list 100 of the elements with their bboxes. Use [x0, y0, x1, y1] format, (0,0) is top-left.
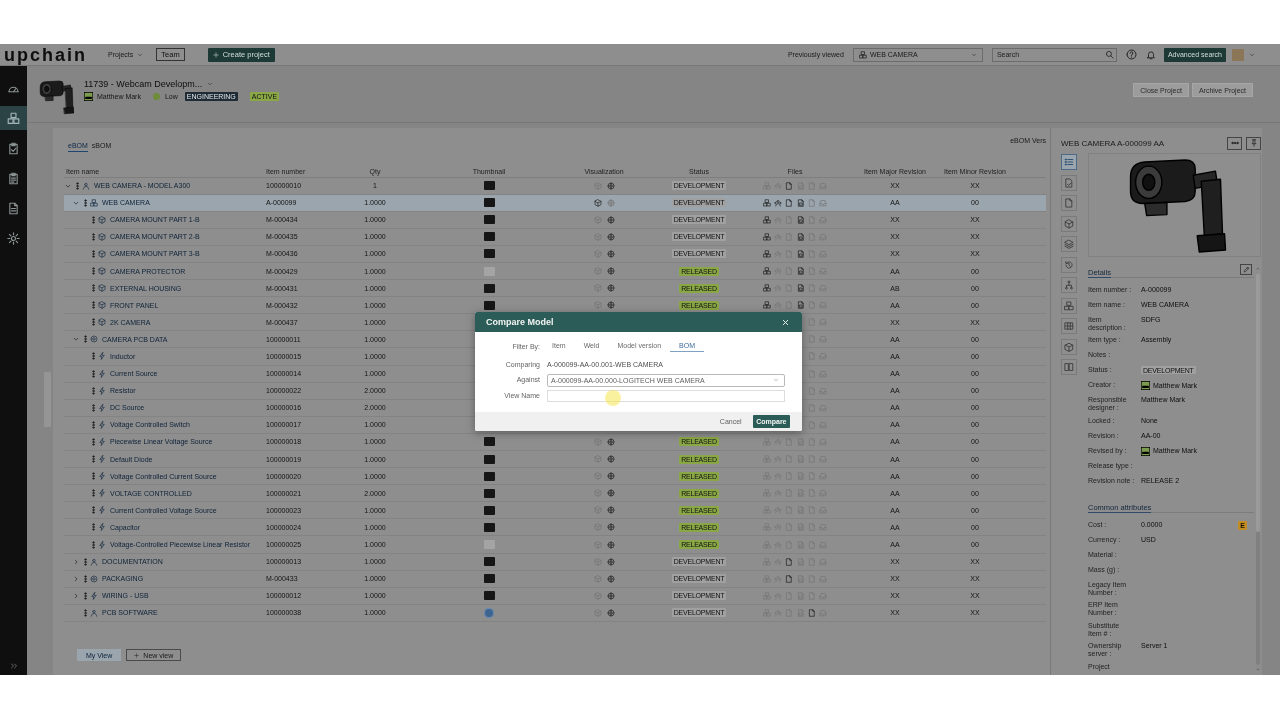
kebab-menu-icon[interactable]	[92, 301, 95, 310]
cubes-icon[interactable]	[763, 198, 772, 207]
kebab-menu-icon[interactable]	[92, 523, 95, 532]
file-icon[interactable]	[785, 198, 794, 207]
globe-icon[interactable]	[606, 506, 615, 515]
globe-icon[interactable]	[606, 301, 615, 310]
input-field[interactable]	[547, 389, 785, 402]
file-icon[interactable]	[807, 608, 816, 617]
kebab-menu-icon[interactable]	[84, 198, 87, 207]
kebab-menu-icon[interactable]	[92, 284, 95, 293]
tray-icon[interactable]	[819, 198, 827, 207]
pin-button[interactable]	[1246, 136, 1261, 150]
thumbnail-image[interactable]	[483, 505, 495, 515]
more-button[interactable]	[1227, 136, 1242, 150]
panel-tab[interactable]	[1061, 318, 1077, 334]
thumbnail-image[interactable]	[483, 215, 495, 225]
kebab-menu-icon[interactable]	[84, 557, 87, 566]
kebab-menu-icon[interactable]	[92, 352, 95, 361]
globe-icon[interactable]	[606, 574, 615, 583]
kebab-menu-icon[interactable]	[92, 437, 95, 446]
globe-icon[interactable]	[606, 523, 615, 532]
cubes-icon[interactable]	[763, 301, 772, 310]
image-file-icon[interactable]	[796, 232, 805, 241]
caret-icon[interactable]	[1249, 51, 1255, 58]
image-file-icon[interactable]	[796, 301, 805, 310]
panel-tab[interactable]	[1061, 297, 1077, 314]
kebab-menu-icon[interactable]	[92, 472, 95, 481]
file-icon[interactable]	[785, 557, 794, 566]
image-file-icon[interactable]	[796, 249, 805, 258]
globe-icon[interactable]	[606, 608, 615, 617]
kebab-menu-icon[interactable]	[92, 249, 95, 258]
globe-icon[interactable]	[606, 557, 615, 566]
nav-item[interactable]	[0, 106, 27, 130]
cubes-icon[interactable]	[763, 267, 772, 275]
thumbnail-image[interactable]	[483, 300, 495, 310]
image-file-icon[interactable]	[796, 284, 805, 293]
kebab-menu-icon[interactable]	[92, 506, 95, 515]
thumbnail-image[interactable]	[483, 574, 495, 584]
globe-icon[interactable]	[606, 232, 615, 241]
kebab-menu-icon[interactable]	[92, 455, 95, 464]
globe-icon[interactable]	[606, 472, 615, 481]
kebab-menu-icon[interactable]	[76, 181, 79, 190]
kebab-menu-icon[interactable]	[84, 591, 87, 600]
chevron-down-icon[interactable]	[65, 182, 71, 189]
chevron-down-icon[interactable]	[73, 336, 79, 343]
globe-icon[interactable]	[606, 437, 615, 446]
chevron-right-icon[interactable]	[73, 575, 79, 582]
thumbnail-image[interactable]	[483, 591, 495, 601]
chevron-right-icon[interactable]	[73, 558, 79, 565]
kebab-menu-icon[interactable]	[92, 489, 95, 498]
cubes-icon[interactable]	[763, 284, 772, 293]
chevron-down-icon[interactable]	[73, 199, 79, 206]
thumbnail-image[interactable]	[483, 181, 495, 191]
scroll-down-icon[interactable]	[1255, 667, 1261, 672]
globe-icon[interactable]	[606, 181, 615, 190]
logo[interactable]: upchain	[4, 45, 87, 64]
thumbnail-image[interactable]	[483, 283, 495, 293]
thumbnail-image[interactable]	[483, 454, 495, 464]
panel-tab[interactable]	[1061, 154, 1077, 170]
thumbnail-image[interactable]	[483, 557, 495, 567]
kebab-menu-icon[interactable]	[92, 420, 95, 429]
globe-icon[interactable]	[606, 198, 615, 207]
globe-icon[interactable]	[606, 489, 615, 498]
cubes-icon[interactable]	[763, 232, 772, 241]
panel-tab[interactable]	[1061, 215, 1077, 232]
image-file-icon[interactable]	[796, 215, 805, 224]
thumbnail-image[interactable]	[483, 232, 495, 242]
kebab-menu-icon[interactable]	[84, 574, 87, 583]
thumbnail-image[interactable]	[483, 437, 495, 447]
cubes-icon[interactable]	[763, 215, 772, 224]
chevron-right-icon[interactable]	[73, 592, 79, 599]
kebab-menu-icon[interactable]	[92, 369, 95, 378]
kebab-menu-icon[interactable]	[92, 232, 95, 241]
people-icon[interactable]	[774, 198, 783, 207]
panel-tab[interactable]	[1061, 195, 1077, 211]
panel-tab[interactable]	[1061, 359, 1077, 375]
globe-icon[interactable]	[606, 591, 615, 600]
panel-tab[interactable]	[1061, 256, 1077, 273]
close-icon[interactable]	[782, 318, 789, 326]
search-icon[interactable]	[1104, 50, 1114, 59]
kebab-menu-icon[interactable]	[84, 335, 87, 344]
thumbnail-image[interactable]	[483, 522, 495, 532]
kebab-menu-icon[interactable]	[92, 215, 95, 224]
panel-tab[interactable]	[1061, 277, 1077, 293]
cube-icon[interactable]	[593, 198, 602, 207]
kebab-menu-icon[interactable]	[92, 403, 95, 412]
kebab-menu-icon[interactable]	[84, 608, 87, 617]
globe-icon[interactable]	[606, 267, 615, 275]
edit-button[interactable]	[1240, 264, 1252, 275]
globe-icon[interactable]	[606, 455, 615, 464]
kebab-menu-icon[interactable]	[92, 267, 95, 275]
panel-tab[interactable]	[1061, 338, 1077, 355]
thumbnail-image[interactable]	[484, 607, 494, 618]
panel-tab[interactable]	[1061, 174, 1077, 191]
avatar-placeholder[interactable]	[1232, 48, 1244, 61]
file-icon[interactable]	[785, 181, 794, 190]
thumbnail-image[interactable]	[483, 198, 495, 208]
caret-icon[interactable]	[207, 81, 214, 87]
cubes-icon[interactable]	[763, 249, 772, 258]
globe-icon[interactable]	[606, 215, 615, 224]
